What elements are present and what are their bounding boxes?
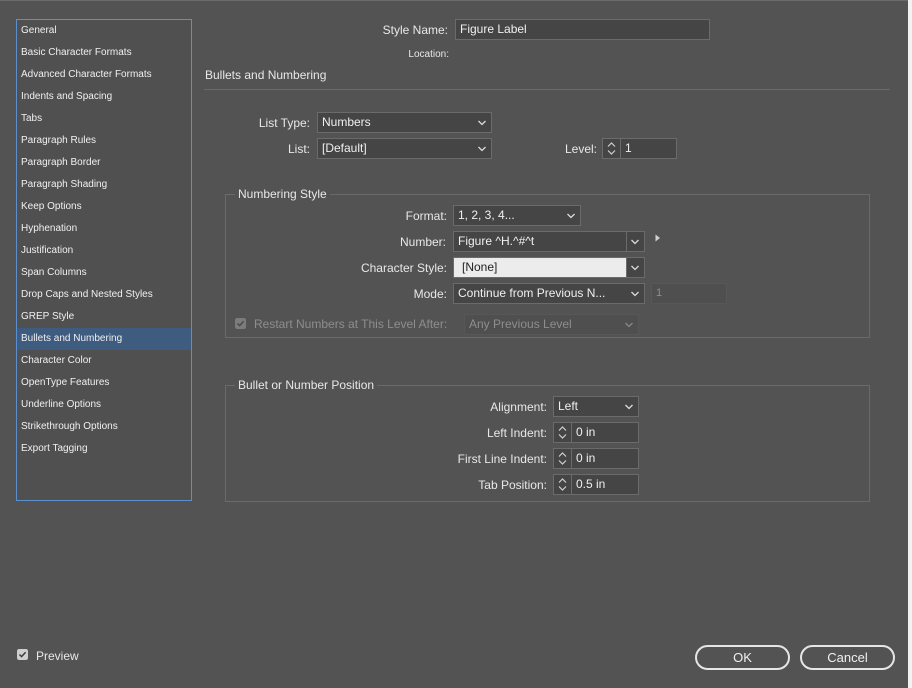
- character-style-select[interactable]: [None]: [453, 257, 645, 278]
- preview-label: Preview: [36, 649, 79, 663]
- stepper-arrows-icon[interactable]: [603, 139, 621, 158]
- sidebar-item-opentype-features[interactable]: OpenType Features: [17, 372, 191, 394]
- sidebar-item-keep-options[interactable]: Keep Options: [17, 196, 191, 218]
- list-type-value: Numbers: [322, 115, 371, 129]
- sidebar-item-underline-options[interactable]: Underline Options: [17, 394, 191, 416]
- level-stepper[interactable]: 1: [602, 138, 677, 159]
- format-select[interactable]: 1, 2, 3, 4...: [453, 205, 581, 226]
- preview-checkbox[interactable]: [17, 649, 28, 660]
- sidebar-item-drop-caps-and-nested-styles[interactable]: Drop Caps and Nested Styles: [17, 284, 191, 306]
- chevron-down-icon: [625, 322, 633, 328]
- alignment-label: Alignment:: [490, 400, 547, 414]
- stepper-arrows-icon[interactable]: [554, 423, 572, 442]
- alignment-value: Left: [558, 399, 579, 413]
- mode-label: Mode:: [413, 287, 447, 301]
- category-list[interactable]: General Basic Character Formats Advanced…: [16, 19, 192, 501]
- level-value: 1: [625, 141, 632, 155]
- background-window-edge: [908, 0, 912, 688]
- location-label: Location:: [408, 49, 449, 60]
- format-value: 1, 2, 3, 4...: [458, 208, 515, 222]
- chevron-down-icon: [478, 120, 486, 126]
- style-name-field[interactable]: Figure Label: [455, 19, 710, 40]
- sidebar-item-export-tagging[interactable]: Export Tagging: [17, 438, 191, 460]
- sidebar-item-indents-and-spacing[interactable]: Indents and Spacing: [17, 86, 191, 108]
- sidebar-item-character-color[interactable]: Character Color: [17, 350, 191, 372]
- character-style-value: [None]: [462, 260, 498, 274]
- ok-button[interactable]: OK: [695, 645, 790, 670]
- cancel-button[interactable]: Cancel: [800, 645, 895, 670]
- left-indent-stepper[interactable]: 0 in: [553, 422, 639, 443]
- bullet-position-group: [225, 385, 870, 502]
- stepper-arrows-icon[interactable]: [554, 449, 572, 468]
- tab-position-label: Tab Position:: [478, 478, 547, 492]
- sidebar-item-bullets-and-numbering[interactable]: Bullets and Numbering: [17, 328, 191, 350]
- sidebar-item-span-columns[interactable]: Span Columns: [17, 262, 191, 284]
- numbering-style-title: Numbering Style: [235, 187, 330, 201]
- mode-select[interactable]: Continue from Previous N...: [453, 283, 645, 304]
- sidebar-item-paragraph-border[interactable]: Paragraph Border: [17, 152, 191, 174]
- mode-value: Continue from Previous N...: [458, 286, 606, 300]
- first-line-indent-stepper[interactable]: 0 in: [553, 448, 639, 469]
- sidebar-item-hyphenation[interactable]: Hyphenation: [17, 218, 191, 240]
- list-select[interactable]: [Default]: [317, 138, 492, 159]
- restart-level-value: Any Previous Level: [469, 317, 572, 331]
- sidebar-item-tabs[interactable]: Tabs: [17, 108, 191, 130]
- number-combobox[interactable]: Figure ^H.^#^t: [453, 231, 645, 252]
- tab-position-stepper[interactable]: 0.5 in: [553, 474, 639, 495]
- stepper-arrows-icon[interactable]: [554, 475, 572, 494]
- number-value: Figure ^H.^#^t: [458, 234, 535, 248]
- sidebar-item-strikethrough-options[interactable]: Strikethrough Options: [17, 416, 191, 438]
- restart-numbers-checkbox: [235, 318, 246, 329]
- left-indent-value: 0 in: [576, 425, 596, 439]
- sidebar-item-general[interactable]: General: [17, 20, 191, 42]
- left-indent-label: Left Indent:: [486, 426, 547, 440]
- chevron-down-icon: [631, 291, 639, 297]
- list-type-select[interactable]: Numbers: [317, 112, 492, 133]
- first-line-indent-label: First Line Indent:: [457, 452, 547, 466]
- sidebar-item-advanced-character-formats[interactable]: Advanced Character Formats: [17, 64, 191, 86]
- style-name-label: Style Name:: [382, 23, 448, 37]
- sidebar-item-justification[interactable]: Justification: [17, 240, 191, 262]
- list-type-label: List Type:: [258, 116, 310, 130]
- special-characters-menu-icon[interactable]: [653, 232, 663, 244]
- chevron-down-icon: [625, 404, 633, 410]
- mode-start-field: 1: [651, 283, 727, 304]
- format-label: Format:: [405, 209, 447, 223]
- section-divider: [204, 89, 890, 90]
- chevron-down-icon: [478, 146, 486, 152]
- tab-position-value: 0.5 in: [576, 477, 606, 491]
- chevron-down-icon: [631, 265, 639, 271]
- bullet-position-title: Bullet or Number Position: [235, 378, 378, 392]
- section-title: Bullets and Numbering: [205, 68, 327, 82]
- list-label: List:: [287, 142, 310, 156]
- combobox-divider: [626, 232, 627, 251]
- level-label: Level:: [564, 142, 597, 156]
- first-line-indent-value: 0 in: [576, 451, 596, 465]
- character-style-label: Character Style:: [360, 261, 447, 275]
- chevron-down-icon: [567, 213, 575, 219]
- chevron-down-icon[interactable]: [630, 232, 640, 251]
- sidebar-item-paragraph-rules[interactable]: Paragraph Rules: [17, 130, 191, 152]
- sidebar-item-paragraph-shading[interactable]: Paragraph Shading: [17, 174, 191, 196]
- restart-level-select: Any Previous Level: [464, 314, 639, 335]
- list-value: [Default]: [322, 141, 367, 155]
- window-top-edge: [0, 0, 908, 1]
- restart-numbers-label: Restart Numbers at This Level After:: [254, 317, 448, 331]
- alignment-select[interactable]: Left: [553, 396, 639, 417]
- sidebar-item-grep-style[interactable]: GREP Style: [17, 306, 191, 328]
- number-label: Number:: [399, 235, 446, 249]
- sidebar-item-basic-character-formats[interactable]: Basic Character Formats: [17, 42, 191, 64]
